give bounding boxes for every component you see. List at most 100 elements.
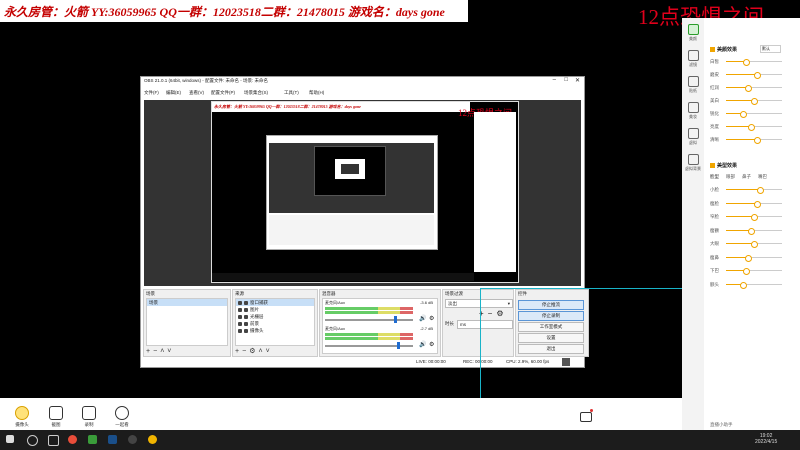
reshape-slider[interactable] <box>726 281 782 289</box>
source-item[interactable]: 摄像头 <box>236 327 314 334</box>
tab-mouth[interactable]: 嘴巴 <box>758 174 767 180</box>
lock-icon[interactable] <box>244 328 248 333</box>
source-item[interactable]: 窗口捕获 <box>236 299 314 306</box>
slider-knob[interactable] <box>742 268 750 275</box>
menu-scene-collection[interactable]: 场景集合(S) <box>244 90 268 96</box>
settings-button[interactable]: 设置 <box>518 333 584 343</box>
tab-eyes[interactable]: 眼部 <box>726 174 735 180</box>
preset-select[interactable]: 默认 <box>760 45 781 53</box>
eye-icon[interactable] <box>238 307 242 312</box>
speaker-icon[interactable]: 🔊 <box>419 341 426 348</box>
lock-icon[interactable] <box>244 307 248 312</box>
reshape-slider[interactable] <box>726 187 782 194</box>
source-item[interactable]: 前景 <box>236 320 314 327</box>
menu-file[interactable]: 文件(F) <box>144 90 159 96</box>
reshape-slider[interactable] <box>726 200 782 208</box>
beauty-slider[interactable] <box>726 98 782 105</box>
watch-together-button[interactable]: 一起看 <box>107 406 137 428</box>
slider-knob[interactable] <box>739 111 747 118</box>
reshape-slider[interactable] <box>726 254 782 262</box>
screenshot-button[interactable]: 截图 <box>41 406 71 428</box>
camera-icon[interactable] <box>580 412 592 422</box>
stop-recording-button[interactable]: 停止录制 <box>518 311 584 321</box>
start-icon[interactable] <box>6 435 14 443</box>
down-icon[interactable]: ˅ <box>266 348 273 355</box>
slider-knob[interactable] <box>751 214 758 221</box>
nav-filter[interactable]: 滤镜 <box>682 50 704 68</box>
lock-icon[interactable] <box>244 321 248 326</box>
search-icon[interactable] <box>27 435 38 446</box>
beauty-slider[interactable] <box>726 137 782 144</box>
slider-knob[interactable] <box>751 241 758 248</box>
checkbox-icon[interactable] <box>710 47 715 53</box>
minimize-icon[interactable]: – <box>553 77 556 83</box>
reshape-slider[interactable] <box>726 268 782 275</box>
studio-mode-button[interactable]: 工作室模式 <box>518 322 584 332</box>
chrome-icon[interactable] <box>68 435 77 444</box>
volume-slider-knob[interactable] <box>393 316 397 323</box>
menu-tools[interactable]: 工具(T) <box>284 90 299 96</box>
slider-knob[interactable] <box>739 281 747 289</box>
speaker-icon[interactable]: 🔊 <box>419 315 426 322</box>
down-icon[interactable]: ˅ <box>167 348 174 355</box>
transition-select[interactable]: 淡出 ▾ <box>445 299 513 308</box>
beauty-slider[interactable] <box>726 59 782 66</box>
slider-knob[interactable] <box>756 187 764 194</box>
slider-knob[interactable] <box>751 98 758 105</box>
gear-icon[interactable]: ⚙ <box>429 341 434 348</box>
eye-icon[interactable] <box>238 314 242 319</box>
nav-avatar[interactable]: 虚拟 <box>682 128 704 146</box>
reshape-slider[interactable] <box>726 241 782 248</box>
assistant-label[interactable]: 直播小助手 <box>710 422 733 428</box>
volume-slider[interactable] <box>325 342 413 349</box>
steam-icon[interactable] <box>108 435 117 444</box>
gear-icon[interactable]: ⚙ <box>496 309 507 318</box>
app-icon[interactable] <box>88 435 97 444</box>
reshape-slider[interactable] <box>726 227 782 235</box>
slider-knob[interactable] <box>745 85 753 92</box>
nav-beauty[interactable]: 美颜 <box>682 24 704 42</box>
camera-button[interactable]: 摄像头 <box>7 406 37 428</box>
reshape-slider[interactable] <box>726 214 782 221</box>
stop-streaming-button[interactable]: 停止推流 <box>518 300 584 310</box>
beauty-slider[interactable] <box>726 111 782 118</box>
gear-icon[interactable]: ⚙ <box>429 315 434 322</box>
lock-icon[interactable] <box>244 314 248 319</box>
maximize-icon[interactable]: □ <box>564 77 568 83</box>
slider-knob[interactable] <box>753 137 761 144</box>
volume-slider[interactable] <box>325 316 413 323</box>
up-icon[interactable]: ˄ <box>258 348 265 355</box>
beauty-slider[interactable] <box>726 85 782 92</box>
beauty-slider[interactable] <box>726 124 782 131</box>
eye-icon[interactable] <box>238 300 242 305</box>
beauty-slider[interactable] <box>726 72 782 79</box>
slider-knob[interactable] <box>753 72 761 79</box>
slider-knob[interactable] <box>748 227 756 235</box>
source-item[interactable]: 图片 <box>236 306 314 313</box>
preview-canvas[interactable]: 永久房管：火箭 YY:36059965 QQ一群：12023518二群：2147… <box>144 100 581 286</box>
task-view-icon[interactable] <box>48 435 59 446</box>
exit-button[interactable]: 退出 <box>518 344 584 354</box>
slider-knob[interactable] <box>748 124 756 131</box>
nav-sticker[interactable]: 贴纸 <box>682 76 704 94</box>
slider-knob[interactable] <box>745 254 753 262</box>
live-app-icon[interactable] <box>148 435 157 444</box>
slider-knob[interactable] <box>753 200 761 208</box>
close-icon[interactable]: ✕ <box>575 77 580 84</box>
nav-makeup[interactable]: 美妆 <box>682 102 704 120</box>
slider-knob[interactable] <box>742 59 750 66</box>
menu-profile[interactable]: 配置文件(P) <box>211 90 235 96</box>
eye-icon[interactable] <box>238 328 242 333</box>
duration-input[interactable]: ms <box>457 320 513 329</box>
checkbox-icon[interactable] <box>710 163 715 169</box>
nav-background[interactable]: 虚拟背景 <box>682 154 704 172</box>
menu-view[interactable]: 查看(V) <box>189 90 204 96</box>
system-clock[interactable]: 19:02 2022/4/15 <box>755 433 777 445</box>
menu-help[interactable]: 帮助(H) <box>309 90 324 96</box>
obs-icon[interactable] <box>128 435 137 444</box>
volume-slider-knob[interactable] <box>397 342 401 349</box>
record-button[interactable]: 录制 <box>74 406 104 428</box>
lock-icon[interactable] <box>244 300 248 305</box>
menu-edit[interactable]: 编辑(E) <box>166 90 181 96</box>
tab-face[interactable]: 脸型 <box>710 174 719 180</box>
